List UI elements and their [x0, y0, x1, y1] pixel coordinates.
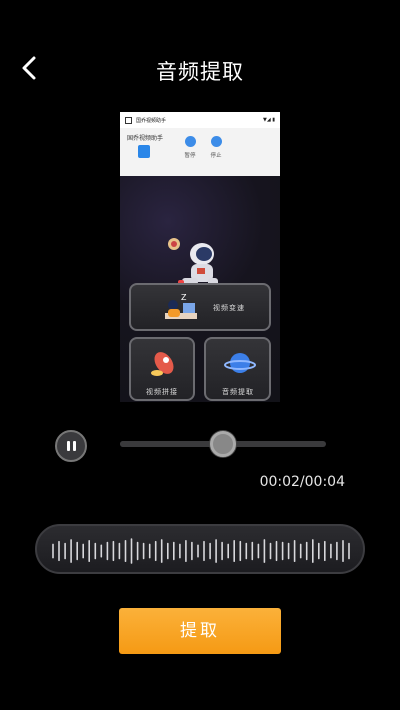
- preview-pause-button: 暂停: [176, 136, 204, 159]
- pause-dot-icon: [184, 136, 196, 147]
- card-audio-label: 音频提取: [222, 388, 254, 396]
- waveform-graphic: [52, 538, 350, 564]
- preview-space-background: Z 视频变速 视频拼接 音频提取: [120, 176, 280, 402]
- pause-button[interactable]: [55, 430, 87, 462]
- card-audio-extract: 音频提取: [204, 337, 271, 401]
- pause-icon: [67, 441, 70, 451]
- preview-status-text: 国乔视频助手: [136, 117, 167, 124]
- pause-icon-bar: [73, 441, 76, 451]
- progress-slider-fill: [120, 441, 223, 447]
- playback-time: 00:02/00:04: [259, 474, 345, 490]
- preview-stop-label: 停止: [210, 153, 222, 159]
- card-video-speed: Z 视频变速: [129, 283, 271, 331]
- preview-status-bar: 国乔视频助手 ▼◢ ▮: [120, 112, 280, 128]
- preview-status-checkbox: [125, 116, 132, 124]
- progress-slider-thumb[interactable]: [210, 431, 236, 457]
- rocket-illustration: [151, 352, 174, 376]
- preview-notification: 国乔视频助手 暂停 停止: [120, 128, 280, 176]
- card-splice-label: 视频拼接: [146, 388, 178, 396]
- audio-waveform: [35, 524, 365, 574]
- page-title: 音频提取: [156, 60, 244, 84]
- preview-signal-icons: ▼◢ ▮: [262, 117, 275, 123]
- preview-notif-app-name: 国乔视频助手: [127, 135, 164, 142]
- planet-illustration: [224, 353, 256, 373]
- extract-button[interactable]: 提取: [119, 608, 281, 654]
- stop-dot-icon: [210, 136, 222, 147]
- preview-stop-button: 停止: [202, 136, 230, 159]
- video-preview: 国乔视频助手 ▼◢ ▮ 国乔视频助手 暂停 停止 Z 视频变速 视频拼接 音频提…: [120, 112, 280, 402]
- preview-pause-label: 暂停: [184, 153, 196, 159]
- sleeping-person-illustration: Z: [165, 293, 197, 319]
- card-video-splice: 视频拼接: [129, 337, 195, 401]
- svg-text:Z: Z: [181, 293, 187, 302]
- app-icon: [138, 145, 150, 158]
- progress-slider[interactable]: [120, 431, 326, 457]
- card-speed-label: 视频变速: [213, 304, 245, 312]
